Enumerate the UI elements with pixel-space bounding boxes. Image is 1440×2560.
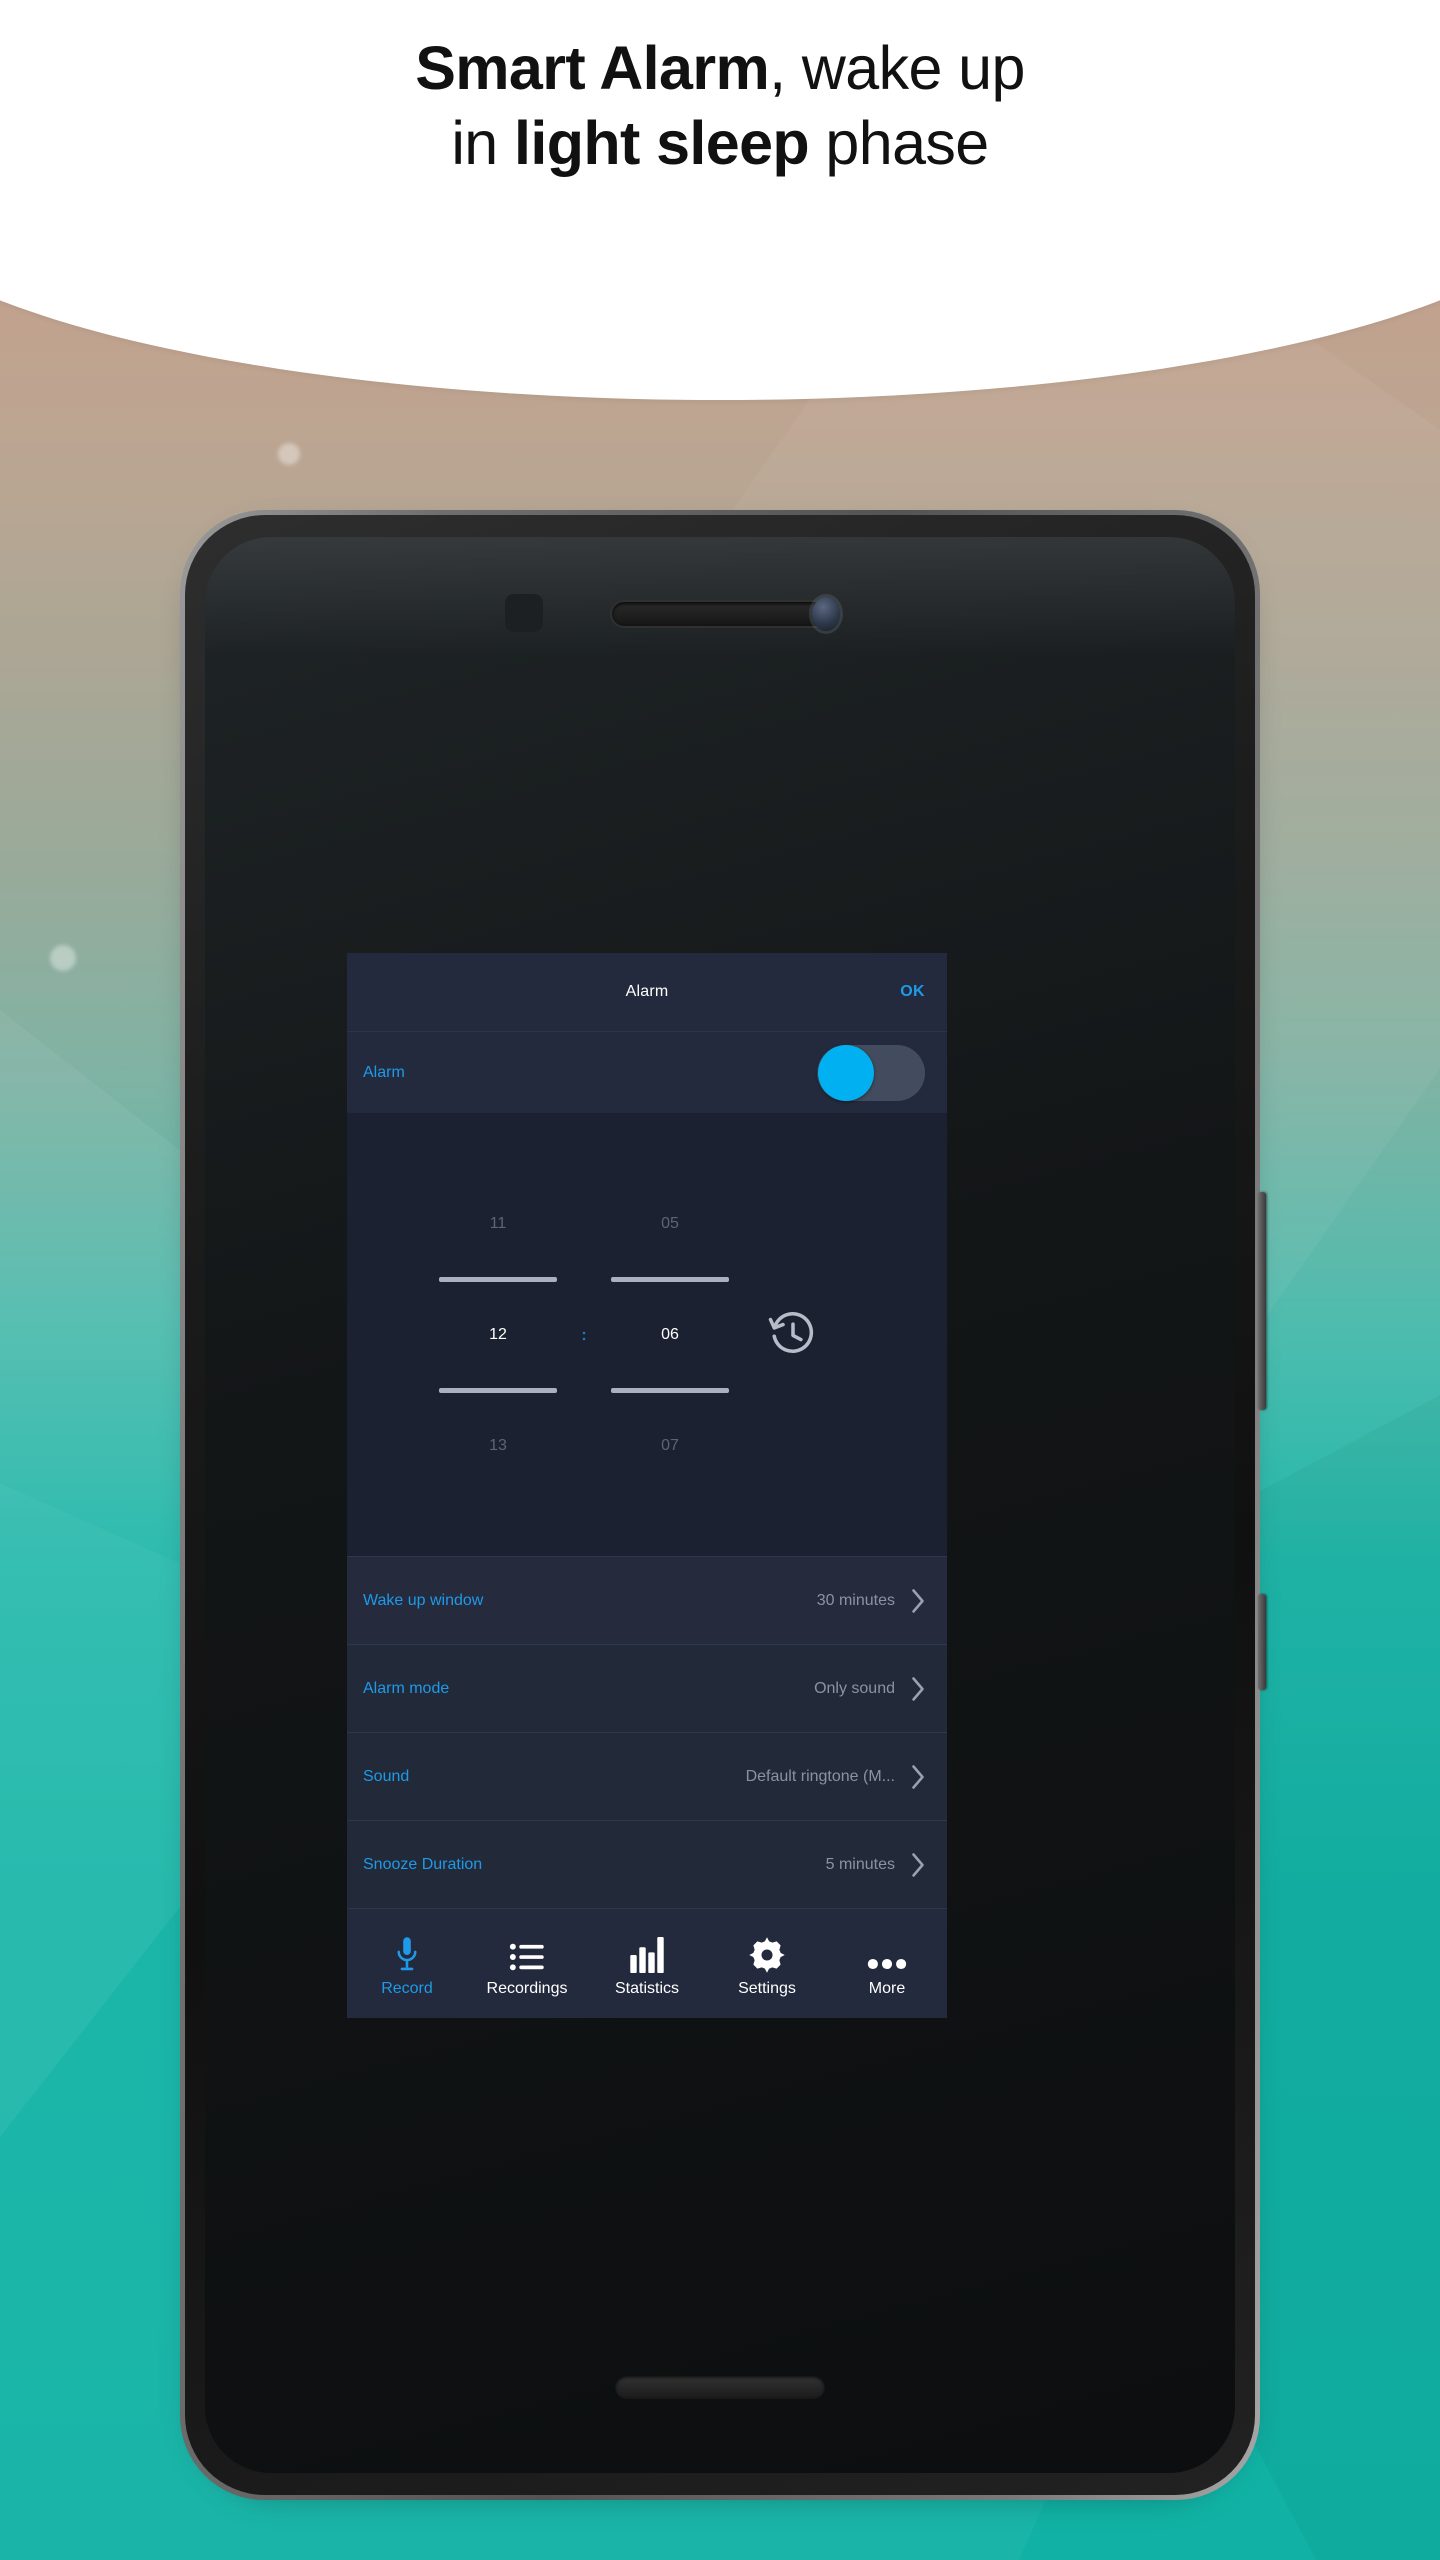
minute-next-value[interactable]: 07 — [605, 1411, 735, 1481]
ok-button[interactable]: OK — [900, 983, 925, 1001]
proximity-sensor-icon — [505, 594, 543, 632]
microphone-icon — [391, 1934, 423, 1974]
tab-label: Record — [381, 1979, 433, 1997]
promo-headline-line-1: Smart Alarm, wake up — [0, 31, 1440, 105]
promo-headline-bold-1: Smart Alarm — [415, 34, 770, 103]
hour-next-value[interactable]: 13 — [433, 1411, 563, 1481]
phone-body: Alarm OK Alarm 11 12 13: 05 06 07 Wake … — [185, 515, 1255, 2495]
tab-record[interactable]: Record — [347, 1909, 467, 2018]
promo-headline-light-2b: phase — [809, 108, 989, 177]
bottom-tab-bar: Record Recordings Statistics Settings Mo… — [347, 1908, 947, 2018]
promo-headline-bold-2: light sleep — [514, 108, 810, 177]
promo-headline-line-2: in light sleep phase — [0, 106, 1440, 180]
setting-row-alarm-mode[interactable]: Alarm mode Only sound — [347, 1644, 947, 1732]
background-dot-2 — [50, 945, 76, 971]
volume-button[interactable] — [1258, 1192, 1266, 1410]
phone-mockup: Alarm OK Alarm 11 12 13: 05 06 07 Wake … — [180, 510, 1266, 2500]
setting-row-snooze-duration[interactable]: Snooze Duration 5 minutes — [347, 1820, 947, 1908]
front-camera-icon — [812, 597, 840, 631]
minute-divider-top — [611, 1276, 729, 1282]
tab-recordings[interactable]: Recordings — [467, 1909, 587, 2018]
hour-prev-value[interactable]: 11 — [433, 1189, 563, 1259]
chevron-right-icon — [907, 1850, 929, 1880]
bar-chart-icon — [629, 1934, 665, 1974]
setting-value: Only sound — [814, 1679, 895, 1697]
app-screen: Alarm OK Alarm 11 12 13: 05 06 07 Wake … — [347, 953, 947, 2018]
setting-label: Sound — [363, 1767, 410, 1785]
background-dot-1 — [278, 443, 300, 465]
page-title: Alarm — [625, 983, 669, 1000]
hour-wheel[interactable]: 11 12 13 — [433, 1189, 563, 1481]
list-icon — [509, 1934, 545, 1974]
setting-value: Default ringtone (M... — [745, 1767, 895, 1785]
tab-statistics[interactable]: Statistics — [587, 1909, 707, 2018]
minute-prev-value[interactable]: 05 — [605, 1189, 735, 1259]
hour-divider-top — [439, 1276, 557, 1282]
chevron-right-icon — [907, 1674, 929, 1704]
gear-icon — [748, 1934, 786, 1974]
toggle-switch-icon — [818, 1044, 874, 1101]
ellipsis-icon — [867, 1934, 907, 1974]
alarm-toggle-label: Alarm — [363, 1063, 405, 1081]
alarm-toggle-row[interactable]: Alarm — [347, 1031, 947, 1113]
phone-screen-glare — [205, 537, 1235, 657]
setting-right: 5 minutes — [826, 1850, 929, 1880]
promo-headline: Smart Alarm, wake up in light sleep phas… — [0, 31, 1440, 180]
tab-label: More — [868, 1979, 906, 1997]
history-clock-icon[interactable] — [765, 1307, 821, 1363]
setting-right: Default ringtone (M... — [746, 1762, 929, 1792]
setting-label: Snooze Duration — [363, 1855, 483, 1873]
setting-label: Alarm mode — [363, 1679, 450, 1697]
minute-wheel[interactable]: 05 06 07 — [605, 1189, 735, 1481]
chevron-right-icon — [907, 1586, 929, 1616]
minute-divider-bottom — [611, 1387, 729, 1393]
time-separator: : — [581, 1326, 587, 1344]
tab-settings[interactable]: Settings — [707, 1909, 827, 2018]
setting-label: Wake up window — [363, 1591, 484, 1609]
time-picker[interactable]: 11 12 13 : 05 06 07 — [347, 1113, 947, 1556]
setting-right: Only sound — [814, 1674, 929, 1704]
phone-glass: Alarm OK Alarm 11 12 13: 05 06 07 Wake … — [205, 537, 1235, 2473]
setting-right: 30 minutes — [817, 1586, 929, 1616]
app-bar: Alarm OK — [347, 953, 947, 1031]
promo-headline-light-1: , wake up — [769, 34, 1025, 103]
time-picker-inner: 11 12 13 : 05 06 07 — [433, 1189, 821, 1481]
setting-value: 30 minutes — [816, 1591, 895, 1609]
tab-more[interactable]: More — [827, 1909, 947, 2018]
phone-frame: Alarm OK Alarm 11 12 13: 05 06 07 Wake … — [180, 510, 1260, 2500]
chevron-right-icon — [907, 1762, 929, 1792]
tab-label: Recordings — [486, 1979, 568, 1997]
setting-value: 5 minutes — [825, 1855, 895, 1873]
promo-banner: Smart Alarm, wake up in light sleep phas… — [0, 0, 1440, 400]
setting-row-wake-up-window[interactable]: Wake up window 30 minutes — [347, 1556, 947, 1644]
hour-divider-bottom — [439, 1387, 557, 1393]
earpiece-speaker-icon — [610, 600, 830, 628]
alarm-toggle-switch[interactable] — [817, 1044, 925, 1101]
power-button[interactable] — [1258, 1594, 1266, 1690]
promo-headline-light-2a: in — [451, 108, 514, 177]
tab-label: Statistics — [614, 1979, 679, 1997]
setting-row-sound[interactable]: Sound Default ringtone (M... — [347, 1732, 947, 1820]
minute-selected-value[interactable]: 06 — [605, 1300, 735, 1370]
bottom-speaker-icon — [615, 2375, 825, 2399]
hour-selected-value[interactable]: 12 — [433, 1300, 563, 1370]
tab-label: Settings — [738, 1979, 796, 1997]
